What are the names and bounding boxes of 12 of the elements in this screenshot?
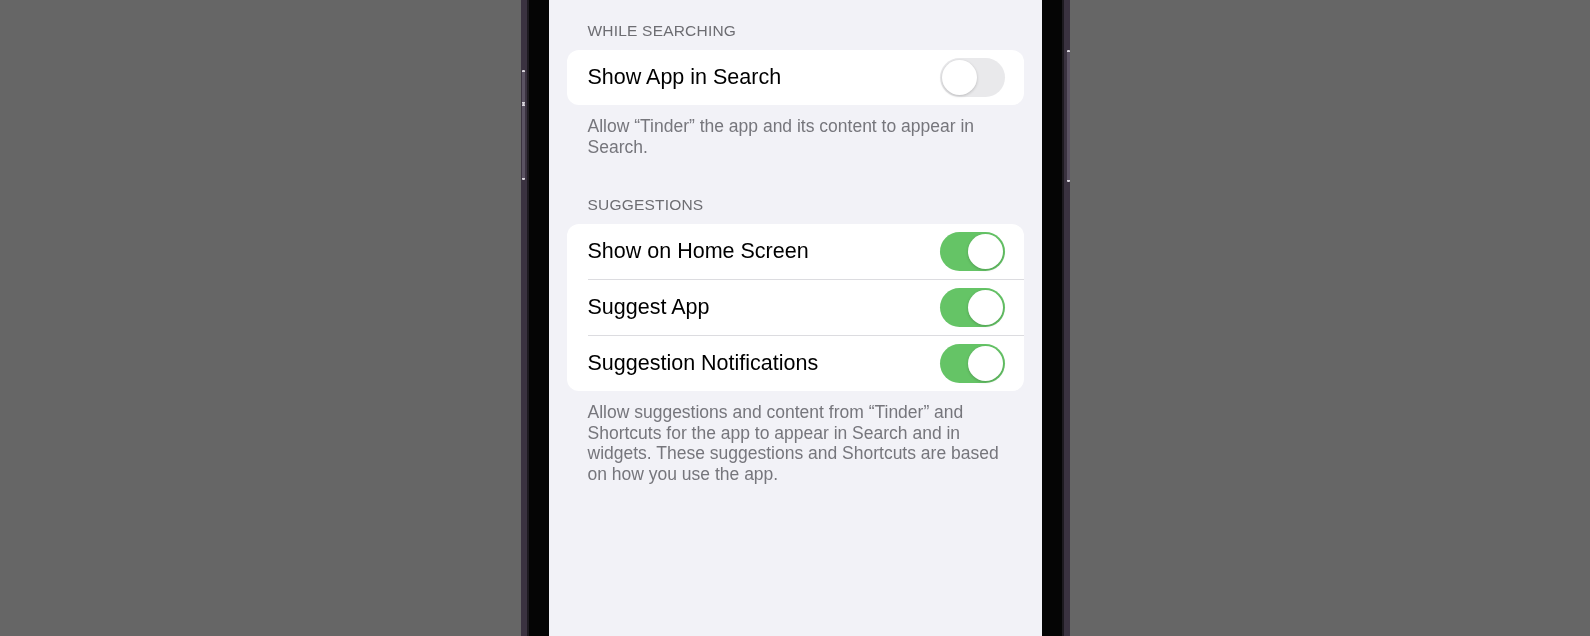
section-footer: Allow suggestions and content from “Tinder” and Shortcuts for the app to appear in Search and in widgets. These suggestions and Shortcuts are based on how you use the app. bbox=[587, 402, 1006, 484]
section-header: SUGGESTIONS bbox=[587, 196, 705, 214]
toggle-switch[interactable] bbox=[939, 232, 1005, 271]
setting-label: Show App in Search bbox=[587, 65, 782, 90]
setting-label: Suggestion Notifications bbox=[587, 351, 819, 376]
toggle-switch[interactable] bbox=[939, 58, 1005, 97]
section-footer: Allow “Tinder” the app and its content to appear in Search. bbox=[587, 116, 1006, 157]
toggle-switch[interactable] bbox=[939, 288, 1005, 327]
toggle-switch[interactable] bbox=[939, 344, 1005, 383]
setting-label: Suggest App bbox=[587, 295, 710, 320]
setting-label: Show on Home Screen bbox=[587, 239, 809, 264]
section-header: WHILE SEARCHING bbox=[587, 22, 738, 40]
